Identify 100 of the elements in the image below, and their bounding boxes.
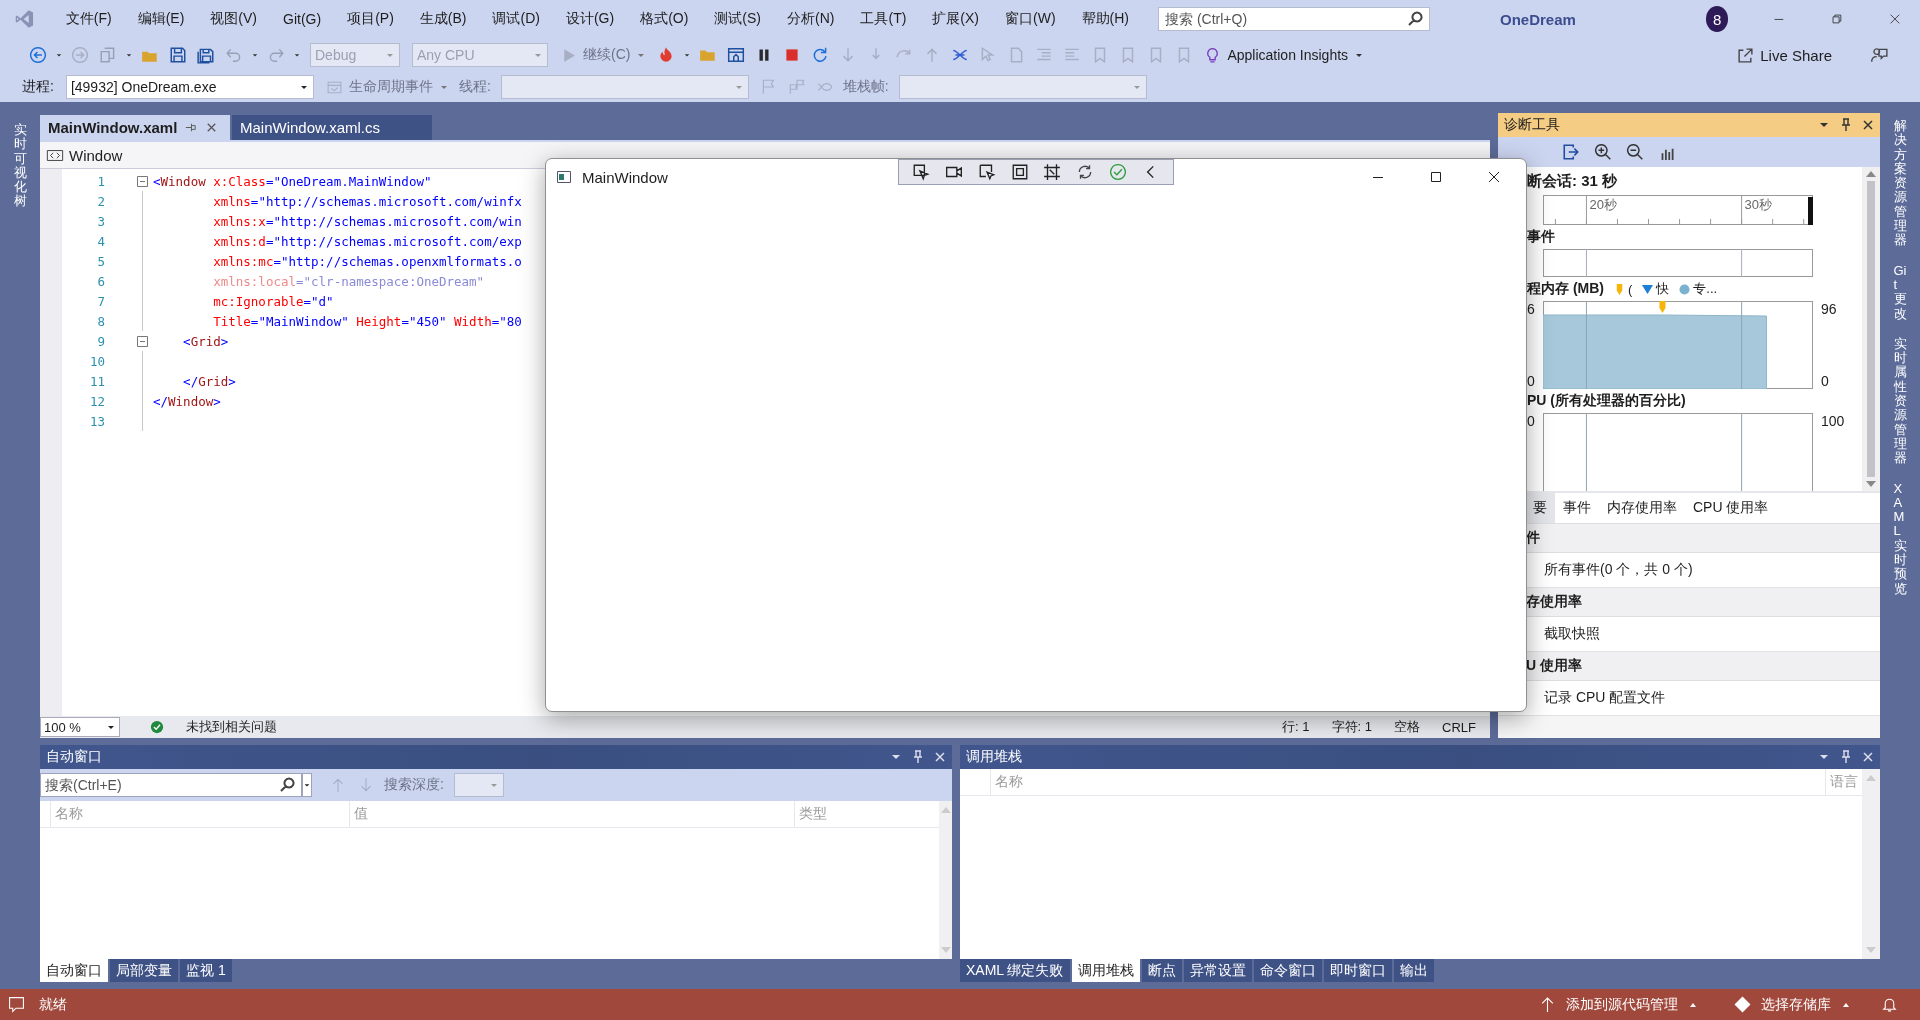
menu-item[interactable]: 生成(B) [406, 10, 480, 28]
menu-item[interactable]: 文件(F) [52, 10, 125, 28]
action-link[interactable]: 记录 CPU 配置文件 [1544, 689, 1666, 707]
menu-item[interactable]: 工具(T) [847, 10, 920, 28]
bell-icon[interactable] [1881, 996, 1898, 1013]
tab[interactable]: 调用堆栈 [1071, 959, 1140, 982]
tab[interactable]: 输出 [1393, 959, 1434, 982]
side-tab[interactable]: 解决方案资源管理器 [1893, 119, 1907, 248]
column-indicator[interactable]: 字符: 1 [1331, 718, 1373, 736]
save-icon[interactable] [169, 46, 187, 64]
range-handle[interactable] [1808, 197, 1813, 225]
element-dropdown[interactable]: Window [69, 146, 123, 164]
menu-item[interactable]: Git(G) [270, 11, 335, 27]
scroll-down-icon[interactable] [1866, 481, 1876, 487]
add-to-source-control-button[interactable]: 添加到源代码管理 [1533, 994, 1704, 1015]
code-line: xmlns:local="clr-namespace:OneDream" [212, 273, 485, 289]
tick-label: 20秒 [1589, 197, 1617, 212]
menu-item[interactable]: 设计(G) [552, 10, 628, 28]
line-number: 3 [96, 213, 105, 229]
legend-label: 快 [1656, 280, 1670, 298]
new-project-icon[interactable] [99, 46, 117, 64]
code-line: <Grid> [182, 333, 229, 349]
frame-icon[interactable] [1043, 163, 1062, 181]
tab[interactable]: 即时窗口 [1323, 959, 1392, 982]
tab[interactable]: 监视 1 [180, 959, 232, 982]
save-all-icon[interactable] [197, 46, 215, 64]
menu-item[interactable]: 分析(N) [774, 10, 848, 28]
frame-icon[interactable] [1010, 163, 1029, 181]
redo-icon[interactable] [267, 46, 285, 64]
search-field[interactable]: 搜索 (Ctrl+Q) [1158, 7, 1430, 31]
menu-item[interactable]: 测试(S) [701, 10, 775, 28]
collapse-icon[interactable] [136, 335, 148, 347]
menu-item[interactable]: 扩展(X) [919, 10, 993, 28]
session-duration: 断会话: 31 秒 [1527, 171, 1618, 191]
time-ruler[interactable]: 20秒 30秒 [1543, 195, 1813, 225]
side-tab[interactable]: 实时可视化树 [13, 123, 27, 209]
menu-item[interactable]: 项目(P) [334, 10, 407, 28]
tab[interactable]: 要 [1525, 493, 1555, 523]
scroll-up-icon[interactable] [1866, 171, 1876, 177]
menu-item[interactable]: 编辑(E) [124, 10, 198, 28]
menu-item[interactable]: 窗口(W) [992, 10, 1069, 28]
account-badge[interactable]: 8 [1705, 6, 1729, 32]
maximize-icon[interactable] [1428, 169, 1444, 185]
tab[interactable]: 事件 [1555, 493, 1599, 523]
process-label: 进程: [22, 78, 54, 96]
zoom-dropdown[interactable]: 100 % [40, 717, 120, 737]
document-tab[interactable]: MainWindow.xaml [40, 115, 230, 140]
axis-label: 96 [1821, 301, 1837, 317]
zoom-in-icon[interactable] [1594, 143, 1612, 161]
spacing-indicator[interactable]: 空格 [1394, 718, 1421, 736]
tab[interactable]: CPU 使用率 [1685, 493, 1777, 523]
line-indicator[interactable]: 行: 1 [1282, 718, 1310, 736]
menu-item[interactable]: 帮助(H) [1068, 10, 1142, 28]
select-repository-button[interactable]: 选择存储库 [1728, 994, 1857, 1015]
live-share-button[interactable]: Live Share [1733, 44, 1836, 66]
search-field[interactable]: 搜索(Ctrl+E) [40, 773, 302, 797]
document-tab[interactable]: MainWindow.xaml.cs [232, 115, 432, 140]
side-tab[interactable]: Git 更改 [1893, 263, 1907, 321]
application-insights-button[interactable]: Application Insights [1200, 44, 1369, 66]
tick-label: 30秒 [1744, 197, 1773, 212]
back-icon[interactable] [29, 46, 47, 64]
tab[interactable]: 自动窗口 [40, 959, 108, 982]
code-line: xmlns:d="http://schemas.microsoft.com/exp [212, 233, 522, 249]
issues-status[interactable]: 未找到相关问题 [186, 718, 277, 736]
export-icon[interactable] [1562, 143, 1580, 161]
line-number: 10 [88, 353, 105, 369]
tab[interactable]: 异常设置 [1183, 959, 1252, 982]
close-icon[interactable] [1486, 169, 1502, 185]
undo-icon[interactable] [225, 46, 243, 64]
process-dropdown[interactable]: [49932] OneDream.exe [65, 75, 314, 99]
restart-icon[interactable] [811, 46, 830, 64]
feedback-icon[interactable] [1870, 46, 1888, 64]
tab[interactable]: 命令窗口 [1253, 959, 1322, 982]
code-line: xmlns:x="http://schemas.microsoft.com/win [212, 213, 522, 229]
window-icon[interactable] [727, 46, 746, 64]
code-line: mc:Ignorable="d" [212, 293, 334, 309]
tab[interactable]: XAML 绑定失败 [960, 959, 1070, 982]
menu-item[interactable]: 格式(O) [627, 10, 702, 28]
side-tab[interactable]: 实时属性资源管理器 [1893, 336, 1907, 466]
select-element-icon[interactable] [912, 163, 931, 181]
collapse-icon[interactable] [136, 175, 148, 187]
caret-icon[interactable] [302, 773, 312, 797]
tab[interactable]: 内存使用率 [1599, 493, 1685, 523]
side-tab[interactable]: XAML 实时预览 [1893, 481, 1907, 596]
line-ending-indicator[interactable]: CRLF [1442, 719, 1476, 735]
check-icon[interactable] [1108, 163, 1127, 181]
action-link[interactable]: 截取快照 [1544, 625, 1600, 643]
scrollbar-thumb[interactable] [1867, 181, 1875, 477]
menu-item[interactable]: 视图(V) [197, 10, 271, 28]
legend-label: ( [1628, 281, 1633, 297]
menu-item[interactable]: 调试(D) [479, 10, 553, 28]
axis-label: 0 [1527, 373, 1536, 389]
line-number: 1 [96, 173, 105, 189]
message-icon[interactable] [8, 996, 25, 1013]
axis-label: 100 [1821, 413, 1845, 429]
pointer-icon[interactable] [977, 163, 996, 181]
tab[interactable]: 断点 [1141, 959, 1182, 982]
axis-label: 0 [1821, 373, 1830, 389]
zoom-out-icon[interactable] [1626, 143, 1644, 161]
tab[interactable]: 局部变量 [110, 959, 178, 982]
